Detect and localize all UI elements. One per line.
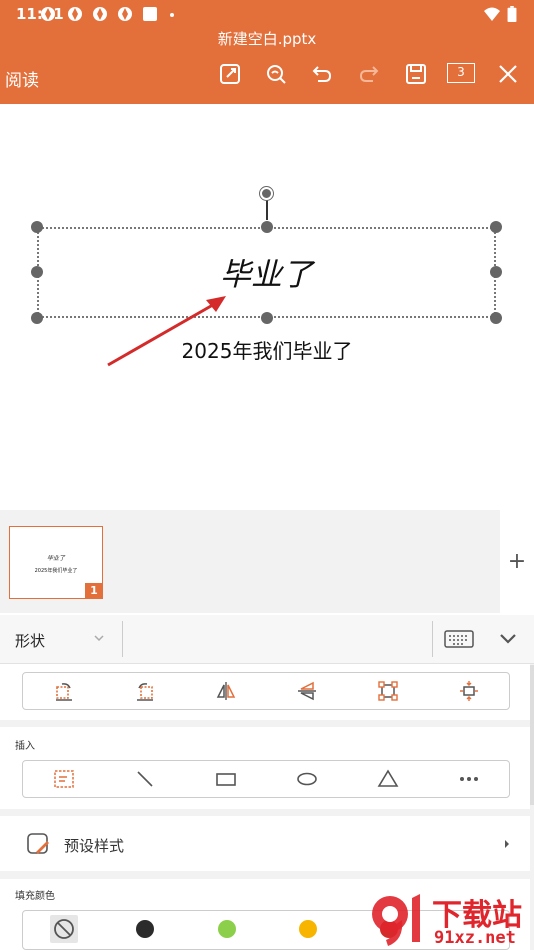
insert-button[interactable] <box>104 761 185 797</box>
battery-icon <box>507 6 517 22</box>
watermark-91-icon <box>372 894 420 946</box>
add-slide-button[interactable]: + <box>500 510 534 613</box>
rotate-handle[interactable] <box>260 187 273 200</box>
preset-style-label: 预设样式 <box>64 837 125 855</box>
insert-button[interactable] <box>185 761 266 797</box>
close-icon[interactable] <box>494 60 522 88</box>
flip-horizontal-icon <box>216 682 235 700</box>
textbox-icon <box>53 770 74 788</box>
no-fill-swatch[interactable] <box>50 915 78 943</box>
arrange-button[interactable] <box>266 673 347 709</box>
insert-button[interactable] <box>428 761 509 797</box>
read-mode-button[interactable]: 阅读 <box>5 66 39 91</box>
resize-handle[interactable] <box>490 221 502 233</box>
resize-handle[interactable] <box>261 312 273 324</box>
app-notification-icon <box>118 7 132 21</box>
insert-button[interactable] <box>23 761 104 797</box>
app-notification-icon <box>68 7 82 21</box>
edit-points-icon <box>377 681 398 701</box>
rotate-right-icon <box>136 683 153 701</box>
resize-handle[interactable] <box>31 312 43 324</box>
save-icon[interactable] <box>402 60 430 88</box>
app-notification-icon <box>93 7 107 21</box>
thumbnail-subtitle: 2025年我们毕业了 <box>34 568 78 574</box>
slide-subtitle-text[interactable]: 2025年我们毕业了 <box>0 335 534 364</box>
panel-scrollbar[interactable] <box>530 665 534 805</box>
rectangle-icon <box>215 773 236 786</box>
document-title: 新建空白.pptx <box>217 30 317 48</box>
slide-title-text[interactable]: 毕业了 <box>37 249 496 294</box>
rotation-stem <box>266 200 268 220</box>
watermark-logo: 下载站 91xz.net <box>368 888 534 950</box>
undo-icon[interactable] <box>308 60 336 88</box>
redo-icon[interactable] <box>355 60 383 88</box>
chevron-right-icon <box>505 840 509 848</box>
flip-vertical-icon <box>297 681 316 701</box>
color-swatch-yellow[interactable] <box>299 920 317 938</box>
divider <box>432 621 433 657</box>
fill-color-label: 填充颜色 <box>15 891 55 902</box>
more-icon <box>459 777 478 781</box>
status-bar: 11:01 <box>0 0 534 28</box>
thumbnail-number: 1 <box>85 583 103 599</box>
app-notification-icon <box>41 7 55 21</box>
resize-handle[interactable] <box>261 221 273 233</box>
triangle-icon <box>377 769 398 787</box>
edit-icon[interactable] <box>216 60 244 88</box>
page-count-button[interactable]: 3 <box>447 63 475 83</box>
panel-toolbar: 形状 <box>0 615 534 664</box>
chevron-down-icon[interactable] <box>93 633 105 643</box>
arrange-button[interactable] <box>185 673 266 709</box>
divider <box>122 621 123 657</box>
insert-button[interactable] <box>347 761 428 797</box>
app-header: 11:01 新建空白.pptx 阅读 3 <box>0 0 534 104</box>
resize-handle[interactable] <box>31 221 43 233</box>
watermark-domain: 91xz.net <box>434 928 516 948</box>
thumbnail-strip: 毕业了 2025年我们毕业了 1 + <box>0 510 534 613</box>
annotation-arrow <box>107 296 226 367</box>
rotate-left-icon <box>55 683 72 701</box>
resize-handle[interactable] <box>490 312 502 324</box>
ellipse-icon <box>296 772 317 786</box>
thumbnail-title: 毕业了 <box>46 555 65 562</box>
no-fill-icon <box>54 919 74 939</box>
color-swatch-green[interactable] <box>218 920 236 938</box>
arrange-button[interactable] <box>23 673 104 709</box>
shape-dropdown[interactable]: 形状 <box>15 630 45 651</box>
wifi-icon <box>484 7 500 21</box>
insert-button[interactable] <box>266 761 347 797</box>
fit-size-icon <box>459 681 478 701</box>
dot-icon <box>170 13 174 17</box>
preset-style-icon <box>27 833 49 854</box>
arrange-toolbar <box>22 672 510 710</box>
arrange-button[interactable] <box>428 673 509 709</box>
arrange-button[interactable] <box>347 673 428 709</box>
square-notification-icon <box>143 7 157 21</box>
line-icon <box>136 771 153 787</box>
insert-label: 插入 <box>15 741 35 752</box>
insert-toolbar <box>22 760 510 798</box>
arrange-button[interactable] <box>104 673 185 709</box>
keyboard-icon[interactable] <box>444 629 474 649</box>
search-icon[interactable] <box>262 60 290 88</box>
collapse-chevron-icon[interactable] <box>498 631 518 647</box>
preset-style-row[interactable]: 预设样式 <box>0 816 530 871</box>
slide-thumbnail[interactable]: 毕业了 2025年我们毕业了 1 <box>9 526 103 599</box>
color-swatch-black[interactable] <box>136 920 154 938</box>
